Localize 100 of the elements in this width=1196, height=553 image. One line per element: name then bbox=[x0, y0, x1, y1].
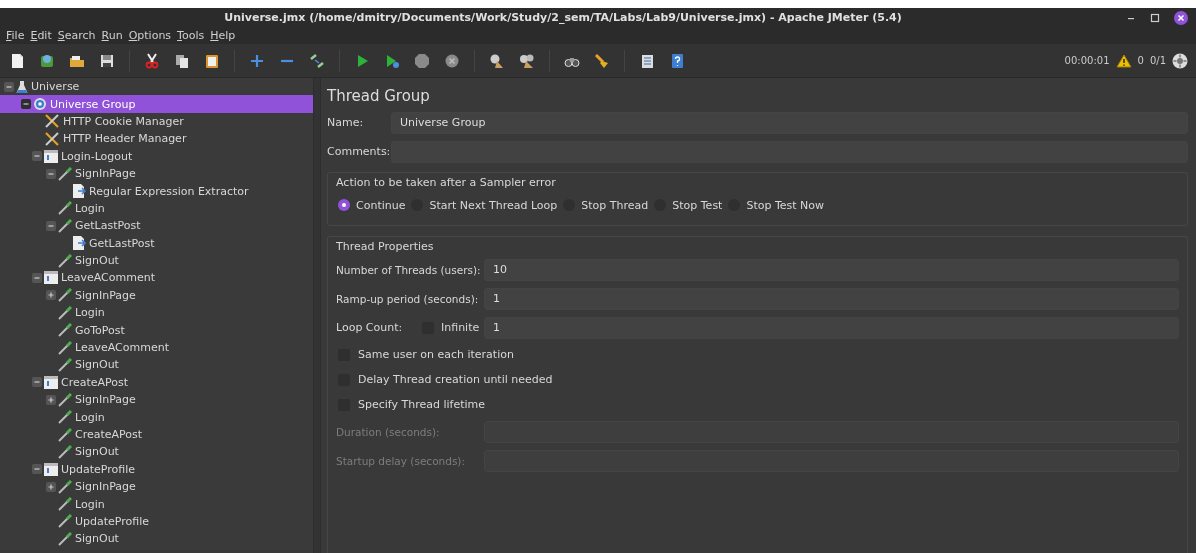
tree-item[interactable]: SignOut bbox=[58, 356, 121, 374]
tree-item[interactable]: SignInPage bbox=[58, 286, 138, 305]
close-icon[interactable] bbox=[1174, 10, 1188, 25]
maximize-icon[interactable] bbox=[1150, 12, 1160, 23]
elapsed-time: 00:00:01 bbox=[1064, 55, 1110, 66]
tree-label: GetLastPost bbox=[89, 236, 155, 250]
tree-item[interactable]: CreateAPost bbox=[44, 373, 131, 392]
pipette-icon bbox=[58, 340, 72, 355]
number-field[interactable]: 10 bbox=[484, 258, 1179, 281]
collapse-toggle[interactable] bbox=[4, 81, 14, 92]
tree-item[interactable]: SignInPage bbox=[58, 164, 138, 183]
templates-icon[interactable] bbox=[39, 52, 55, 69]
collapse-toggle[interactable] bbox=[32, 273, 42, 283]
tree-item[interactable]: Regular Expression Extractor bbox=[72, 182, 251, 200]
pipette-icon bbox=[58, 497, 72, 512]
menu-item[interactable]: Tools bbox=[177, 29, 205, 42]
document-arrow-icon bbox=[72, 235, 86, 252]
pipette-icon bbox=[58, 357, 72, 372]
collapse-toggle[interactable] bbox=[32, 377, 42, 388]
clipboard-icon[interactable] bbox=[204, 52, 220, 69]
tree-label: CreateAPost bbox=[75, 428, 143, 441]
pipette-icon bbox=[58, 410, 72, 425]
tree-label: Universe Group bbox=[50, 97, 136, 111]
tree-item[interactable]: UpdateProfile bbox=[44, 460, 138, 478]
expand-toggle[interactable] bbox=[46, 481, 56, 492]
tree-item[interactable]: SignOut bbox=[58, 443, 121, 461]
tree-item[interactable]: Universe bbox=[16, 78, 82, 96]
menu-item[interactable]: Run bbox=[101, 29, 123, 42]
menu-item[interactable]: Help bbox=[210, 29, 236, 42]
radio-label: Continue bbox=[356, 198, 406, 212]
tree-item[interactable]: SignInPage bbox=[58, 478, 138, 496]
collapse-toggle[interactable] bbox=[46, 168, 56, 179]
tree-item[interactable]: HTTP Cookie Manager bbox=[44, 112, 186, 131]
tree-item[interactable]: LeaveAComment bbox=[44, 269, 157, 287]
remote-icon[interactable] bbox=[1172, 52, 1188, 69]
plus-icon[interactable] bbox=[249, 52, 265, 69]
collapse-toggle[interactable] bbox=[21, 99, 31, 110]
tree-item[interactable]: Login bbox=[58, 199, 107, 218]
list-icon[interactable] bbox=[639, 52, 655, 69]
pipette-icon bbox=[58, 323, 72, 338]
tree-item[interactable]: Login bbox=[58, 495, 107, 513]
thread-count: 0/1 bbox=[1149, 55, 1166, 66]
field-label: Startup delay (seconds): bbox=[336, 454, 466, 467]
tree-item[interactable]: Login bbox=[58, 408, 107, 426]
collapse-toggle[interactable] bbox=[46, 220, 56, 231]
toggle-icon[interactable] bbox=[309, 52, 325, 69]
radio-label: Stop Thread bbox=[581, 198, 649, 212]
stop-icon[interactable] bbox=[414, 52, 430, 69]
tree-label: Universe bbox=[31, 80, 80, 94]
group-title: Thread Properties bbox=[336, 238, 435, 255]
collapse-toggle[interactable] bbox=[32, 464, 42, 475]
menu-item[interactable]: Search bbox=[57, 29, 96, 42]
name-field[interactable]: Universe Group bbox=[391, 111, 1188, 134]
tree-label: SignOut bbox=[75, 358, 119, 372]
collapse-toggle[interactable] bbox=[32, 151, 42, 162]
menu-item[interactable]: Edit bbox=[30, 29, 52, 42]
scissors-icon[interactable] bbox=[144, 52, 160, 69]
tree-item[interactable]: LeaveAComment bbox=[58, 338, 171, 357]
splitter-handle[interactable] bbox=[313, 78, 321, 553]
tree-item[interactable]: SignOut bbox=[58, 530, 121, 548]
tree-label: CreateAPost bbox=[61, 375, 129, 389]
tree-item[interactable]: UpdateProfile bbox=[58, 512, 152, 531]
tree-item[interactable]: SignInPage bbox=[58, 391, 138, 409]
broom-icon[interactable] bbox=[594, 52, 610, 69]
tree-item[interactable]: GoToPost bbox=[58, 321, 127, 339]
tree-item[interactable]: CreateAPost bbox=[58, 425, 145, 444]
checkbox-label: Delay Thread creation until needed bbox=[358, 373, 553, 386]
field-label: Ramp-up period (seconds): bbox=[336, 292, 480, 305]
tree-label: GoToPost bbox=[75, 323, 125, 337]
tree-item[interactable]: SignOut bbox=[58, 251, 121, 270]
checkbox-label: Specify Thread lifetime bbox=[358, 398, 486, 411]
tree-item[interactable]: Login bbox=[58, 304, 107, 322]
tree-label: SignInPage bbox=[75, 288, 136, 302]
pipette-icon bbox=[58, 305, 72, 320]
copy-icon[interactable] bbox=[174, 52, 190, 69]
new-file-icon[interactable] bbox=[9, 52, 25, 69]
tree-label: UpdateProfile bbox=[61, 462, 136, 476]
tree-item[interactable]: HTTP Header Manager bbox=[44, 130, 189, 148]
tree-item[interactable]: Login-Logout bbox=[44, 147, 135, 165]
help-book-icon[interactable] bbox=[669, 52, 685, 69]
tree-item[interactable]: Universe Group bbox=[33, 95, 138, 113]
expand-toggle[interactable] bbox=[46, 394, 56, 405]
pipette-icon bbox=[58, 166, 72, 181]
tree-label: LeaveAComment bbox=[61, 271, 155, 285]
shutdown-icon[interactable] bbox=[444, 52, 460, 69]
tree-item[interactable]: GetLastPost bbox=[58, 217, 143, 235]
radio-button[interactable] bbox=[338, 199, 350, 211]
menu-item[interactable]: Options bbox=[128, 29, 172, 42]
tree-label: SignOut bbox=[75, 445, 119, 459]
pipette-icon bbox=[58, 514, 72, 529]
menu-item[interactable]: File bbox=[6, 29, 25, 42]
tree-label: SignInPage bbox=[75, 393, 136, 407]
number-field[interactable]: 1 bbox=[484, 287, 1179, 310]
tree-item[interactable]: GetLastPost bbox=[72, 234, 157, 252]
play-no-pause-icon[interactable] bbox=[384, 52, 400, 69]
warning-icon[interactable] bbox=[1115, 53, 1132, 68]
expand-toggle[interactable] bbox=[46, 290, 56, 301]
window-icon bbox=[44, 375, 58, 389]
save-icon[interactable] bbox=[99, 52, 115, 69]
number-field[interactable]: 1 bbox=[484, 316, 1179, 339]
